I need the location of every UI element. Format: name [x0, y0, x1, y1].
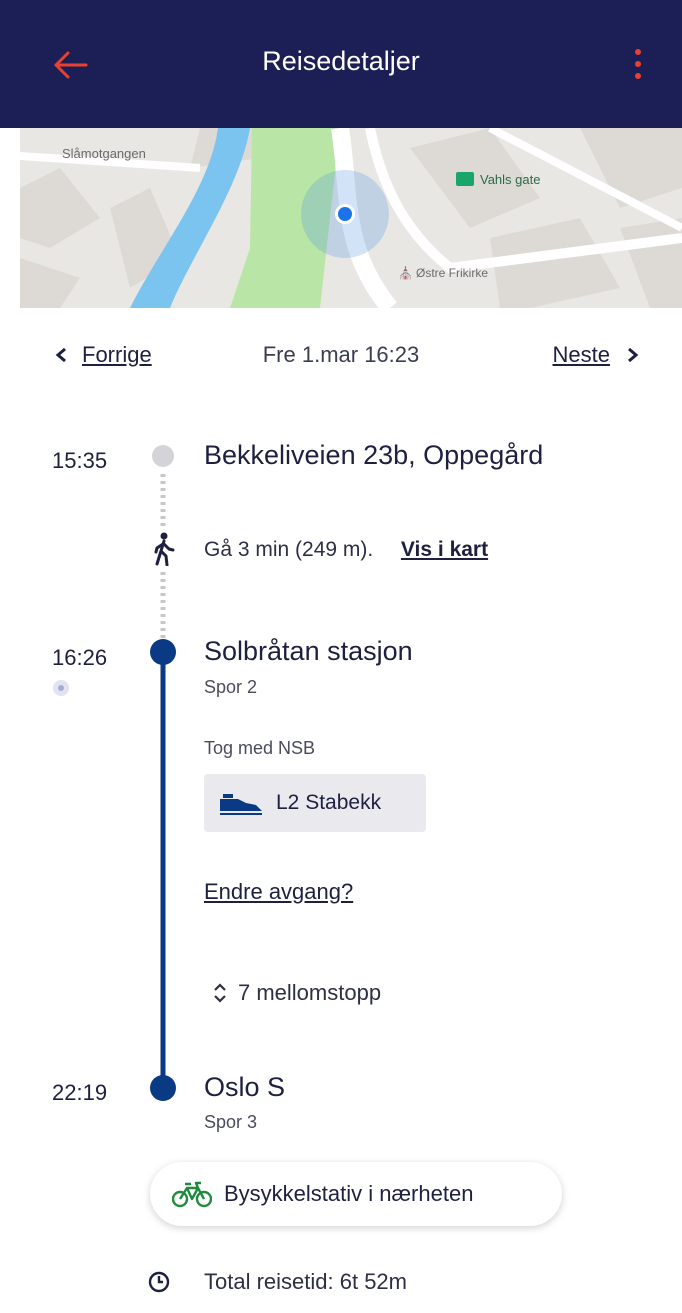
intermediate-stops-label: 7 mellomstopp: [238, 980, 382, 1005]
destination-dot: [150, 1075, 176, 1101]
more-menu-button[interactable]: [628, 44, 648, 84]
expand-icon: [214, 983, 226, 1003]
boarding-time: 16:26: [52, 645, 108, 670]
boarding-name: Solbråtan stasjon: [204, 636, 413, 666]
train-icon: [220, 794, 262, 815]
bicycle-icon: [172, 1181, 212, 1208]
destination-time: 22:19: [52, 1080, 108, 1105]
chevron-right-icon: [628, 347, 639, 363]
realtime-indicator-icon: [53, 680, 69, 696]
map-view[interactable]: Slåmotgangen Vahls gate ⛪ Østre Frikirke: [20, 128, 682, 308]
date-navigation: Forrige Fre 1.mar 16:23 Neste: [0, 342, 682, 376]
destination-name: Oslo S: [204, 1072, 286, 1102]
page-title: Reisedetaljer: [262, 46, 420, 76]
bus-stop-icon: [456, 172, 474, 186]
clock-icon: [148, 1271, 170, 1293]
walk-icon: [154, 532, 175, 566]
origin-name: Bekkeliveien 23b, Oppegård: [204, 440, 544, 470]
walk-text: Gå 3 min (249 m).: [204, 538, 374, 561]
map-label-church: Østre Frikirke: [416, 266, 488, 280]
total-label: Total reisetid: 6t 52m: [204, 1269, 407, 1294]
more-vertical-icon: [635, 49, 641, 79]
map-label-street: Slåmotgangen: [62, 146, 146, 161]
next-button[interactable]: Neste: [553, 342, 642, 368]
intermediate-stops-toggle[interactable]: 7 mellomstopp: [212, 980, 381, 1006]
bike-station-button[interactable]: Bysykkelstativ i nærheten: [150, 1162, 562, 1226]
destination-platform: Spor 3: [204, 1112, 258, 1132]
line-chip[interactable]: L2 Stabekk: [204, 774, 426, 832]
origin-time: 15:35: [52, 448, 108, 473]
boarding-dot: [150, 639, 176, 665]
app-bar: Reisedetaljer: [0, 0, 682, 128]
origin-dot: [152, 445, 174, 467]
show-on-map-link[interactable]: Vis i kart: [401, 538, 488, 561]
walk-leg: Gå 3 min (249 m). Vis i kart: [204, 538, 488, 562]
map-label-bus-stop: Vahls gate: [480, 172, 541, 187]
boarding-platform: Spor 2: [204, 677, 258, 697]
operator-label: Tog med NSB: [204, 738, 316, 758]
total-travel-time: Total reisetid: 6t 52m: [148, 1269, 407, 1295]
bike-station-label: Bysykkelstativ i nærheten: [224, 1181, 474, 1206]
church-icon: ⛪: [398, 266, 413, 280]
next-label: Neste: [552, 342, 610, 367]
change-departure-link[interactable]: Endre avgang?: [204, 879, 353, 905]
line-label: L2 Stabekk: [276, 791, 382, 814]
